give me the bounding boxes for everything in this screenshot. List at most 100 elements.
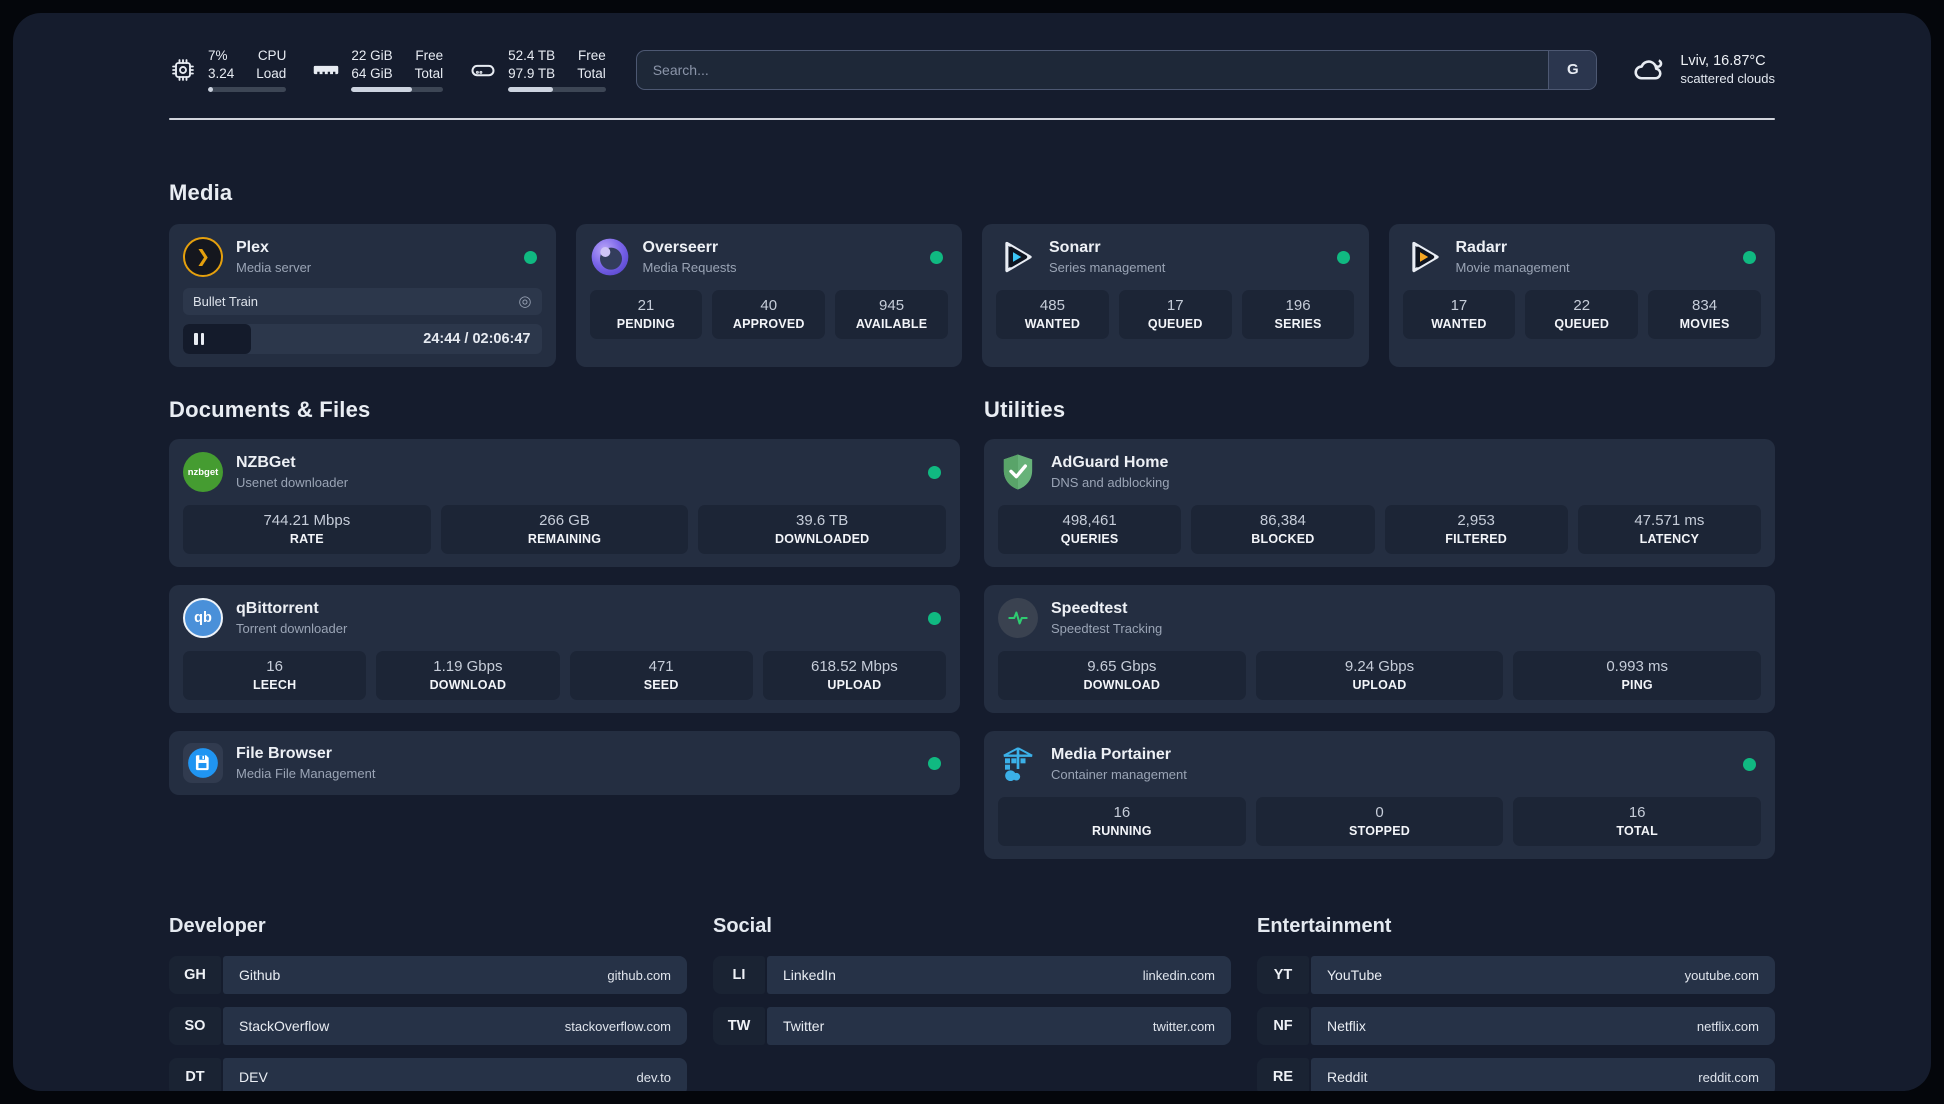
- app-name: Overseerr: [642, 239, 719, 257]
- stat-label: REMAINING: [527, 532, 602, 547]
- stat-value: 0.993 ms: [1606, 658, 1669, 676]
- overseerr-titles: Overseerr Media Requests: [643, 239, 737, 275]
- playback-time: 24:44 / 02:06:47: [423, 331, 531, 348]
- stat-value: 744.21 Mbps: [263, 512, 351, 530]
- app-name: Speedtest: [1051, 600, 1128, 618]
- stat-label: WANTED: [1024, 317, 1081, 332]
- nzbget-card[interactable]: nzbget NZBGet Usenet downloader 744.21 M…: [169, 439, 960, 568]
- qbittorrent-card[interactable]: qb qBittorrent Torrent downloader 16 LEE…: [169, 585, 960, 714]
- link-name: DEV: [239, 1069, 268, 1086]
- app-name: AdGuard Home: [1051, 454, 1169, 472]
- link-reddit[interactable]: RE Reddit reddit.com: [1257, 1058, 1775, 1091]
- portainer-icon: [998, 744, 1038, 784]
- ram-free: 22 GiB: [351, 48, 393, 63]
- stat-label: QUEUED: [1147, 317, 1203, 332]
- adguard-card[interactable]: AdGuard Home DNS and adblocking 498,461 …: [984, 439, 1775, 568]
- stat-value: 834: [1692, 297, 1718, 315]
- app-subtitle: Usenet downloader: [236, 475, 349, 491]
- plex-card[interactable]: ❯ Plex Media server Bullet Train ◎ 24:44…: [169, 224, 556, 368]
- cpu-values: 7% 3.24: [208, 47, 234, 82]
- documents-section-title: Documents & Files: [169, 397, 371, 423]
- stat-label: DOWNLOADED: [775, 532, 870, 547]
- stat-label: MOVIES: [1679, 317, 1730, 332]
- sonarr-card[interactable]: Sonarr Series management 485 WANTED 17 Q…: [982, 224, 1369, 368]
- stat-label: BLOCKED: [1251, 532, 1315, 547]
- speedtest-card[interactable]: Speedtest Speedtest Tracking 9.65 Gbps D…: [984, 585, 1775, 714]
- filebrowser-icon: [183, 743, 223, 784]
- bookmarks-row: Developer GH Github github.com SO StackO…: [169, 915, 1775, 1091]
- link-name: YouTube: [1327, 967, 1383, 984]
- cloud-icon: [1631, 52, 1667, 88]
- link-bar: YouTube youtube.com: [1311, 956, 1775, 995]
- playback-progress-bar[interactable]: 24:44 / 02:06:47: [183, 324, 542, 355]
- link-dev-to[interactable]: DT DEV dev.to: [169, 1058, 687, 1091]
- overseerr-card[interactable]: Overseerr Media Requests 21 PENDING 40 A…: [575, 224, 962, 368]
- disk-labels: Free Total: [577, 47, 606, 82]
- pause-icon[interactable]: [194, 333, 204, 346]
- stat-series: 196 SERIES: [1241, 290, 1355, 340]
- link-linkedin[interactable]: LI LinkedIn linkedin.com: [713, 956, 1231, 995]
- link-netflix[interactable]: NF Netflix netflix.com: [1257, 1007, 1775, 1046]
- speedtest-header: Speedtest Speedtest Tracking: [998, 598, 1761, 639]
- stackoverflow-badge: SO: [169, 1007, 221, 1046]
- link-url: github.com: [607, 967, 671, 983]
- link-name: StackOverflow: [239, 1018, 330, 1035]
- cpu-progress-fill: [208, 87, 214, 93]
- adguard-stats: 498,461 QUERIES 86,384 BLOCKED 2,953 FIL…: [998, 505, 1761, 555]
- stat-label: UPLOAD: [827, 678, 882, 693]
- portainer-card[interactable]: Media Portainer Container management 16 …: [984, 731, 1775, 860]
- stat-value: 1.19 Gbps: [433, 658, 503, 676]
- link-url: youtube.com: [1684, 967, 1759, 983]
- cpu-label-2: Load: [256, 65, 287, 81]
- social-list: LI LinkedIn linkedin.com TW Twitter twit…: [713, 956, 1231, 1046]
- app-name: NZBGet: [236, 454, 296, 472]
- disk-label-2: Total: [577, 65, 606, 81]
- link-bar: LinkedIn linkedin.com: [767, 956, 1231, 995]
- radarr-card[interactable]: Radarr Movie management 17 WANTED 22 QUE…: [1388, 224, 1775, 368]
- media-section: Media ❯ Plex Media server Bullet Train ◎: [169, 180, 1775, 368]
- link-url: linkedin.com: [1142, 967, 1215, 983]
- stat-label: DOWNLOAD: [1083, 678, 1161, 693]
- stat-label: QUERIES: [1060, 532, 1119, 547]
- stat-value: 9.24 Gbps: [1344, 658, 1415, 676]
- overseerr-header: Overseerr Media Requests: [590, 237, 949, 277]
- link-github[interactable]: GH Github github.com: [169, 956, 687, 995]
- link-bar: StackOverflow stackoverflow.com: [223, 1007, 687, 1046]
- stat-rate: 744.21 Mbps RATE: [183, 505, 431, 555]
- stat-value: 39.6 TB: [796, 512, 849, 530]
- adguard-icon: [998, 452, 1038, 492]
- link-url: dev.to: [636, 1069, 671, 1085]
- status-online-dot: [928, 611, 941, 625]
- stat-filtered: 2,953 FILTERED: [1384, 505, 1568, 555]
- link-youtube[interactable]: YT YouTube youtube.com: [1257, 956, 1775, 995]
- ram-stat: 22 GiB 64 GiB Free Total: [312, 47, 444, 93]
- stat-label: PENDING: [616, 317, 676, 332]
- stat-upload: 618.52 Mbps UPLOAD: [762, 651, 946, 701]
- portainer-stats: 16 RUNNING 0 STOPPED 16 TOTAL: [998, 797, 1762, 847]
- link-twitter[interactable]: TW Twitter twitter.com: [713, 1007, 1231, 1046]
- qbittorrent-header: qb qBittorrent Torrent downloader: [183, 598, 946, 639]
- header-divider: [169, 118, 1775, 121]
- entertainment-title: Entertainment: [1257, 915, 1392, 938]
- stat-seed: 471 SEED: [569, 651, 753, 701]
- nzbget-titles: NZBGet Usenet downloader: [236, 454, 348, 490]
- link-stackoverflow[interactable]: SO StackOverflow stackoverflow.com: [169, 1007, 687, 1046]
- github-badge: GH: [169, 956, 221, 995]
- reddit-badge: RE: [1257, 1058, 1309, 1091]
- plex-header: ❯ Plex Media server: [183, 237, 542, 278]
- nzbget-header: nzbget NZBGet Usenet downloader: [183, 452, 946, 493]
- stat-label: LEECH: [252, 678, 297, 693]
- search-engine-button[interactable]: G: [1548, 50, 1597, 89]
- stat-upload: 9.24 Gbps UPLOAD: [1255, 651, 1504, 701]
- stat-pending: 21 PENDING: [589, 290, 703, 340]
- search-input[interactable]: [636, 50, 1549, 89]
- weather-text: Lviv, 16.87°C scattered clouds: [1680, 53, 1775, 86]
- status-online-dot: [1743, 757, 1756, 771]
- filebrowser-card[interactable]: File Browser Media File Management: [169, 731, 960, 796]
- stat-value: 2,953: [1457, 512, 1495, 530]
- overseerr-icon: [590, 237, 630, 277]
- sonarr-titles: Sonarr Series management: [1049, 239, 1165, 275]
- stat-wanted: 485 WANTED: [996, 290, 1109, 340]
- stat-label: TOTAL: [1616, 824, 1658, 839]
- portainer-header: Media Portainer Container management: [998, 744, 1761, 784]
